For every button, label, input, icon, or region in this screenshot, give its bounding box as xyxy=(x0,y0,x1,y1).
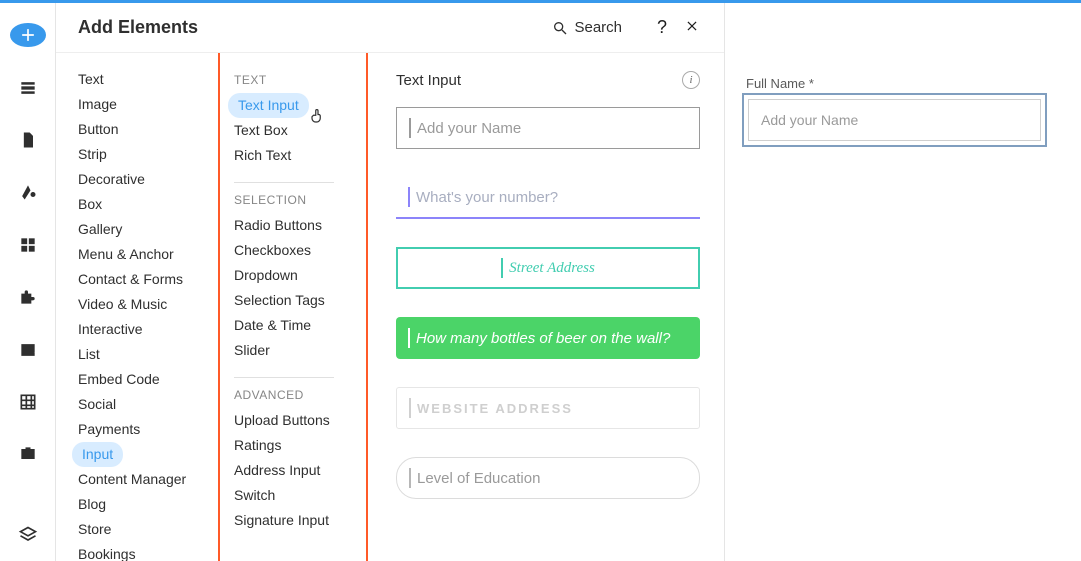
subcategory-item[interactable]: Selection Tags xyxy=(234,288,352,313)
divider xyxy=(234,182,334,183)
data-button[interactable] xyxy=(10,390,46,414)
category-item[interactable]: Image xyxy=(78,92,214,117)
close-button[interactable] xyxy=(682,17,702,38)
category-item[interactable]: Text xyxy=(78,67,214,92)
layers-icon xyxy=(18,525,38,545)
sections-button[interactable] xyxy=(10,75,46,99)
subcategory-item[interactable]: Upload Buttons xyxy=(234,408,352,433)
subcategory-list: TEXT Text InputText BoxRich Text SELECTION… xyxy=(214,53,372,561)
add-button[interactable] xyxy=(10,23,46,47)
subcategory-item[interactable]: Ratings xyxy=(234,433,352,458)
preview-placeholder: WEBSITE ADDRESS xyxy=(417,401,573,416)
category-item[interactable]: Embed Code xyxy=(78,367,214,392)
category-item[interactable]: Interactive xyxy=(78,317,214,342)
category-item[interactable]: Button xyxy=(78,117,214,142)
subcategory-item[interactable]: Checkboxes xyxy=(234,238,352,263)
search-button[interactable]: Search xyxy=(552,19,622,36)
preview-placeholder: Street Address xyxy=(509,260,595,277)
subcategory-item[interactable]: Radio Buttons xyxy=(234,213,352,238)
preview-placeholder: How many bottles of beer on the wall? xyxy=(416,330,670,347)
canvas-selected-element: Full Name * Add your Name xyxy=(742,76,1047,147)
category-item[interactable]: Blog xyxy=(78,492,214,517)
canvas-placeholder: Add your Name xyxy=(761,112,858,128)
sections-icon xyxy=(18,78,38,98)
sub-group-title: SELECTION xyxy=(234,193,352,207)
category-item[interactable]: Decorative xyxy=(78,167,214,192)
search-icon xyxy=(552,20,568,36)
text-caret-icon xyxy=(501,258,503,278)
category-item[interactable]: Gallery xyxy=(78,217,214,242)
search-label: Search xyxy=(574,19,622,36)
apps-icon xyxy=(18,235,38,255)
text-caret-icon xyxy=(408,328,410,348)
preview-input-teal[interactable]: Street Address xyxy=(396,247,700,289)
preview-placeholder: What's your number? xyxy=(416,189,558,206)
category-item[interactable]: Content Manager xyxy=(78,467,214,492)
subcategory-item[interactable]: Signature Input xyxy=(234,508,352,533)
pages-button[interactable] xyxy=(10,128,46,152)
image-icon xyxy=(18,340,38,360)
preview-input-caps[interactable]: WEBSITE ADDRESS xyxy=(396,387,700,429)
category-item[interactable]: Contact & Forms xyxy=(78,267,214,292)
help-button[interactable]: ? xyxy=(652,17,672,38)
preview-placeholder: Level of Education xyxy=(417,470,540,487)
subcategory-item[interactable]: Address Input xyxy=(234,458,352,483)
design-icon xyxy=(18,182,38,202)
subcategory-item[interactable]: Rich Text xyxy=(234,143,352,168)
category-item[interactable]: Store xyxy=(78,517,214,542)
preview-heading: Text Input xyxy=(396,72,461,89)
category-item[interactable]: Bookings xyxy=(78,542,214,561)
pointer-cursor-icon xyxy=(309,107,327,133)
text-caret-icon xyxy=(409,468,411,488)
category-list: TextImageButtonStripDecorativeBoxGallery… xyxy=(56,53,214,561)
preview-input-plain[interactable]: Add your Name xyxy=(396,107,700,149)
canvas-field-label: Full Name * xyxy=(742,76,1047,91)
category-item[interactable]: Social xyxy=(78,392,214,417)
sub-group-title: TEXT xyxy=(234,73,352,87)
media-button[interactable] xyxy=(10,337,46,361)
preview-input-underline[interactable]: What's your number? xyxy=(396,177,700,219)
preview-placeholder: Add your Name xyxy=(417,120,521,137)
category-item[interactable]: Input xyxy=(72,442,123,467)
left-rail xyxy=(0,3,55,561)
divider xyxy=(234,377,334,378)
business-button[interactable] xyxy=(10,442,46,466)
category-item[interactable]: List xyxy=(78,342,214,367)
apps-button[interactable] xyxy=(10,233,46,257)
plus-icon xyxy=(18,25,38,45)
preview-input-rounded[interactable]: Level of Education xyxy=(396,457,700,499)
subcategory-item[interactable]: Date & Time xyxy=(234,313,352,338)
category-item[interactable]: Box xyxy=(78,192,214,217)
preview-input-green[interactable]: How many bottles of beer on the wall? xyxy=(396,317,700,359)
subcategory-item[interactable]: Switch xyxy=(234,483,352,508)
page-icon xyxy=(18,130,38,150)
app-market-button[interactable] xyxy=(10,285,46,309)
category-item[interactable]: Strip xyxy=(78,142,214,167)
text-caret-icon xyxy=(409,118,411,138)
category-item[interactable]: Video & Music xyxy=(78,292,214,317)
add-elements-panel: Add Elements Search ? TextImageButtonStr… xyxy=(55,3,725,561)
briefcase-icon xyxy=(18,444,38,464)
canvas-text-input[interactable]: Add your Name xyxy=(748,99,1041,141)
text-caret-icon xyxy=(409,398,411,418)
preview-list: Text Input i Add your Name What's your n… xyxy=(372,53,724,561)
panel-header: Add Elements Search ? xyxy=(56,3,724,53)
category-item[interactable]: Menu & Anchor xyxy=(78,242,214,267)
subcategory-item[interactable]: Text Box xyxy=(234,118,352,143)
category-item[interactable]: Payments xyxy=(78,417,214,442)
info-icon[interactable]: i xyxy=(682,71,700,89)
close-icon xyxy=(685,19,699,33)
panel-title: Add Elements xyxy=(78,17,552,38)
text-caret-icon xyxy=(408,187,410,207)
subcategory-item[interactable]: Slider xyxy=(234,338,352,363)
puzzle-icon xyxy=(18,287,38,307)
layers-button[interactable] xyxy=(10,523,46,547)
subcategory-item[interactable]: Text Input xyxy=(228,93,309,118)
design-button[interactable] xyxy=(10,180,46,204)
sub-group-title: ADVANCED xyxy=(234,388,352,402)
subcategory-item[interactable]: Dropdown xyxy=(234,263,352,288)
selection-outline[interactable]: Add your Name xyxy=(742,93,1047,147)
panel-body: TextImageButtonStripDecorativeBoxGallery… xyxy=(56,53,724,561)
grid-icon xyxy=(18,392,38,412)
